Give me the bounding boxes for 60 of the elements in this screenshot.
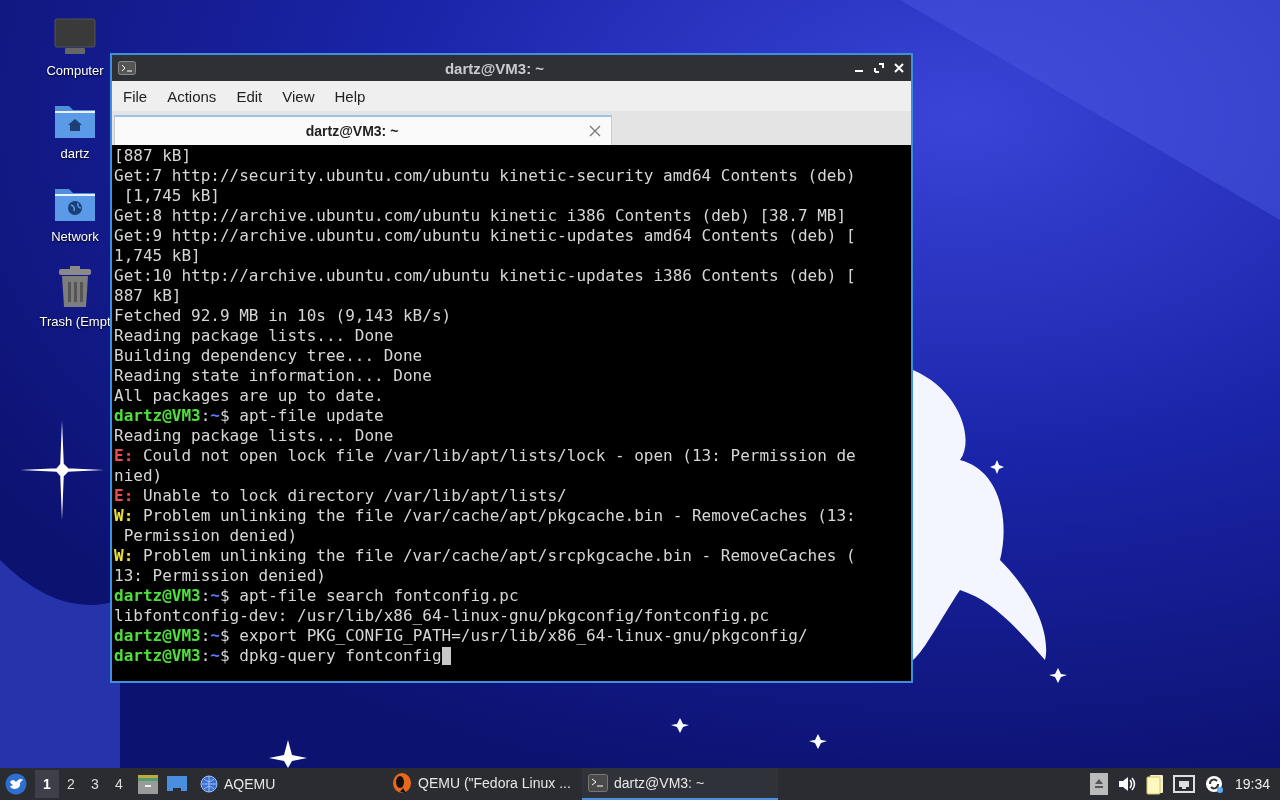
workspace-button[interactable]: 2 [59, 770, 83, 798]
terminal-line: Reading state information... Done [114, 366, 432, 386]
launcher-button[interactable]: AQEMU [194, 770, 282, 798]
terminal-line: Get:8 http://archive.ubuntu.com/ubuntu kinetic i386 Contents (deb) [38.7 MB] [114, 206, 847, 226]
bird-icon [392, 772, 412, 794]
terminal-line: [887 kB] [114, 146, 192, 166]
network-port-icon[interactable] [1172, 774, 1195, 794]
terminal-line: W: Problem unlinking the file /var/cache/apt/srcpkgcache.bin - RemoveCaches ( [114, 546, 856, 566]
terminal-line: Building dependency tree... Done [114, 346, 423, 366]
speaker-icon[interactable] [1116, 774, 1137, 794]
terminal-icon [588, 774, 608, 792]
terminal-line: 13: Permission denied) [114, 566, 326, 586]
sync-icon[interactable] [1203, 774, 1224, 794]
terminal-line: E: Unable to lock directory /var/lib/apt/lists/ [114, 486, 567, 506]
terminal-line: 887 kB] [114, 286, 182, 306]
desktop-icon-label[interactable]: Trash (Empt [39, 314, 111, 329]
terminal-line: dartz@VM3:~$ apt-file update [114, 406, 384, 426]
terminal-line: All packages are up to date. [114, 386, 384, 406]
globe-icon [200, 775, 218, 793]
terminal-line: dartz@VM3:~$ export PKG_CONFIG_PATH=/usr/lib/x86_64-linux-gnu/pkgconfig/ [114, 626, 808, 646]
desktop-icon-label[interactable]: dartz [60, 146, 90, 161]
terminal-line: Fetched 92.9 MB in 10s (9,143 kB/s) [114, 306, 452, 326]
menu-item[interactable]: Help [324, 87, 376, 105]
terminal-line: E: Could not open lock file /var/lib/apt/lists/lock - open (13: Permission de [114, 446, 856, 466]
terminal-line: libfontconfig-dev: /usr/lib/x86_64-linux-gnu/pkgconfig/fontconfig.pc [114, 606, 770, 626]
terminal-line: Get:10 http://archive.ubuntu.com/ubuntu kinetic-updates i386 Contents (deb) [ [114, 266, 856, 286]
terminal-line: Permission denied) [122, 526, 298, 546]
sparkle-drawing [269, 740, 307, 768]
terminal-icon [118, 61, 136, 75]
terminal-line: nied) [114, 466, 163, 486]
terminal-line: W: Problem unlinking the file /var/cache/apt/pkgcache.bin - RemoveCaches (13: [114, 506, 856, 526]
start-menu-icon[interactable] [5, 773, 27, 795]
terminal-line: 1,745 kB] [114, 246, 201, 266]
computer-icon [53, 17, 97, 57]
desktop-icon-label[interactable]: Network [51, 229, 99, 244]
desktop-icon[interactable] [166, 775, 188, 793]
clock[interactable]: 19:34 [1234, 776, 1270, 792]
menu-item[interactable]: Edit [226, 87, 273, 105]
window-title: dartz@VM3: ~ [443, 59, 546, 77]
taskbar-button[interactable]: QEMU ("Fedora Linux ... [386, 768, 582, 800]
maximize-icon[interactable] [873, 62, 885, 74]
workspace-button[interactable]: 3 [83, 770, 107, 798]
terminal-line: Reading package lists... Done [114, 426, 394, 446]
terminal-line: dartz@VM3:~$ dpkg-query fontconfig [114, 646, 442, 666]
terminal-line: Reading package lists... Done [114, 326, 394, 346]
terminal-line: Get:9 http://archive.ubuntu.com/ubuntu kinetic-updates amd64 Contents (deb) [ [114, 226, 856, 246]
notes-icon[interactable] [1145, 773, 1164, 795]
desktop-icon-label[interactable]: Computer [46, 63, 104, 78]
menu-item[interactable]: View [272, 87, 325, 105]
terminal-line: [1,745 kB] [122, 186, 220, 206]
terminal-line: Get:7 http://security.ubuntu.com/ubuntu kinetic-security amd64 Contents (deb) [114, 166, 856, 186]
eject-icon[interactable] [1089, 773, 1108, 795]
taskbar-button[interactable]: dartz@VM3: ~ [582, 768, 778, 800]
file-cabinet-icon[interactable] [137, 773, 159, 795]
menu-item[interactable]: Actions [157, 87, 227, 105]
menu-item[interactable]: File [113, 87, 158, 105]
tab[interactable]: dartz@VM3: ~ [114, 115, 612, 145]
workspace-button[interactable]: 4 [107, 770, 131, 798]
workspace-button[interactable]: 1 [35, 770, 59, 798]
terminal-line: dartz@VM3:~$ apt-file search fontconfig.pc [114, 586, 519, 606]
